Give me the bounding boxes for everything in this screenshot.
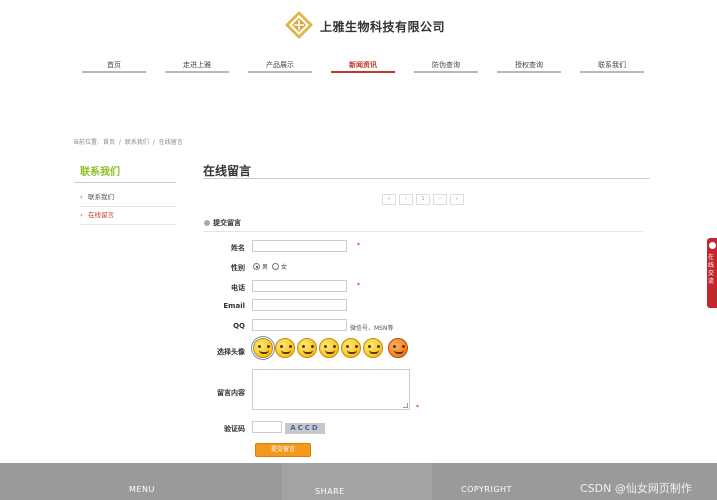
qq-label: QQ [233,322,245,330]
pager-page-button[interactable]: 1 [416,194,430,205]
content-required-mark: * [416,404,419,411]
sidebar-title: 联系我们 [80,167,120,178]
online-chat-tab[interactable]: 在线交流 [707,238,717,308]
avatar-label: 选择头像 [217,348,245,356]
breadcrumb-current: 在线留言 [158,139,183,146]
section-divider [203,231,643,232]
pager-prev-button[interactable]: ‹ [399,194,413,205]
breadcrumb-contact[interactable]: 联系我们 [125,139,149,146]
main-nav: 首页 走进上雅 产品展示 新闻资讯 防伪查询 授权查询 联系我们 [82,59,644,75]
gender-female-radio[interactable]: 女 [272,262,287,271]
gender-male-label: 男 [262,264,269,271]
breadcrumb-sep: / [152,139,155,146]
name-label: 姓名 [231,244,245,252]
nav-item-contact[interactable]: 联系我们 [580,59,644,73]
sidebar-divider [74,182,176,183]
section-title-text: 提交留言 [213,219,241,227]
qq-input[interactable] [252,319,347,331]
breadcrumb-home[interactable]: 首页 [103,139,115,146]
footer-menu-label: MENU [129,485,155,494]
breadcrumb: 当前位置: 首页 / 联系我们 / 在线留言 [73,137,185,146]
name-input[interactable] [252,240,347,252]
watermark: CSDN @仙女网页制作 [580,482,692,495]
logo-icon [285,11,313,39]
avatar-option-4-icon[interactable] [319,338,339,358]
title-divider [203,178,650,179]
avatar-option-2-icon[interactable] [275,338,295,358]
page-title: 在线留言 [203,164,252,178]
pager-first-button[interactable]: « [382,194,396,205]
radio-checked-icon [253,263,260,270]
avatar-option-5-icon[interactable] [341,338,361,358]
name-required-mark: * [357,242,360,249]
breadcrumb-sep: / [118,139,121,146]
footer-share-column [282,463,432,500]
pager-last-button[interactable]: » [450,194,464,205]
email-input[interactable] [252,299,347,311]
captcha-label: 验证码 [224,425,245,433]
submit-button[interactable]: 提交留言 [255,443,311,457]
radio-unchecked-icon [272,263,279,270]
bullet-icon [204,220,210,226]
avatar-option-7-icon[interactable] [388,338,408,358]
captcha-image[interactable]: ACCD [285,423,325,434]
nav-item-anti-fake[interactable]: 防伪查询 [414,59,478,73]
nav-item-news[interactable]: 新闻资讯 [331,59,395,73]
email-label: Email [223,302,245,310]
nav-item-products[interactable]: 产品展示 [248,59,312,73]
avatar-option-1-icon[interactable] [251,336,275,360]
gender-label: 性别 [231,264,245,272]
phone-input[interactable] [252,280,347,292]
sidebar-item-label: 联系我们 [88,193,114,201]
sidebar-item-contact[interactable]: › 联系我们 [80,191,176,207]
footer-share-label: SHARE [315,487,345,496]
avatar-option-3-icon[interactable] [297,338,317,358]
sidebar-item-label: 在线留言 [88,211,114,219]
sidebar-item-message[interactable]: › 在线留言 [80,209,176,225]
avatar-option-6-icon[interactable] [363,338,383,358]
phone-required-mark: * [357,282,360,289]
captcha-input[interactable] [252,421,282,433]
footer-copyright-label: COPYRIGHT [461,485,512,494]
content-textarea[interactable] [252,369,410,410]
chat-icon [709,242,716,249]
nav-item-home[interactable]: 首页 [82,59,146,73]
online-chat-label: 在线交流 [708,254,715,285]
section-title: 提交留言 [204,218,241,228]
company-name: 上雅生物科技有限公司 [320,20,446,34]
gender-female-label: 女 [281,264,288,271]
nav-item-authorization[interactable]: 授权查询 [497,59,561,73]
nav-item-about[interactable]: 走进上雅 [165,59,229,73]
pager-next-button[interactable]: › [433,194,447,205]
breadcrumb-prefix: 当前位置: [73,139,100,146]
gender-male-radio[interactable]: 男 [253,262,268,271]
qq-hint: 微信号、MSN等 [350,325,394,332]
chevron-right-icon: › [80,211,83,219]
phone-label: 电话 [231,284,245,292]
content-label: 留言内容 [217,389,245,397]
chevron-right-icon: › [80,193,83,201]
